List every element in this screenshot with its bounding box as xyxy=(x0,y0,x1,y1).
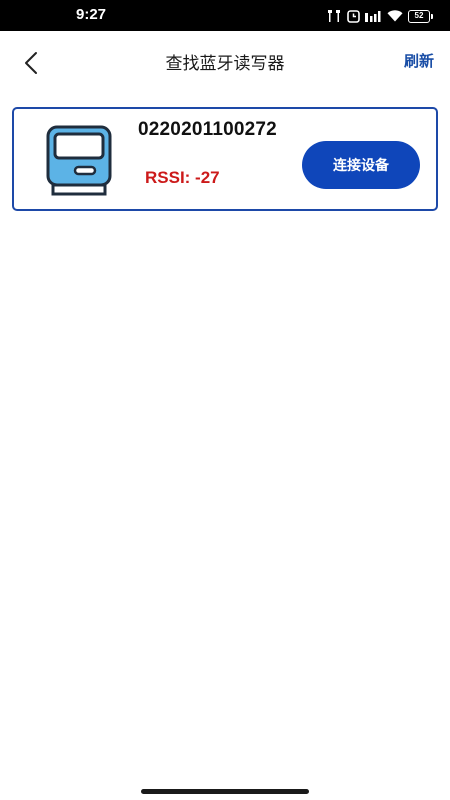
wifi-icon xyxy=(387,10,403,22)
cell-signal-icon xyxy=(365,10,382,23)
battery-icon: 52 xyxy=(408,9,433,23)
alarm-icon xyxy=(347,9,360,23)
status-bar: 9:27 52 xyxy=(0,0,450,31)
rssi-value: RSSI: -27 xyxy=(145,168,220,187)
status-time: 9:27 xyxy=(76,6,107,23)
device-id: 0220201100272 xyxy=(138,119,277,140)
device-list-item[interactable]: 0220201100272 RSSI: -27 连接设备 xyxy=(12,107,438,211)
header: 查找蓝牙读写器 刷新 xyxy=(0,31,450,93)
page-title: 查找蓝牙读写器 xyxy=(165,54,285,74)
connect-device-button[interactable]: 连接设备 xyxy=(302,141,420,189)
screen: 9:27 52 查找蓝牙读写器 刷新 0220201100272 RSSI: -… xyxy=(0,0,450,800)
refresh-button[interactable]: 刷新 xyxy=(404,50,434,71)
card-reader-icon xyxy=(45,125,113,197)
earbuds-icon xyxy=(326,9,342,23)
status-icons: 52 xyxy=(326,7,433,25)
home-indicator[interactable] xyxy=(141,789,309,794)
